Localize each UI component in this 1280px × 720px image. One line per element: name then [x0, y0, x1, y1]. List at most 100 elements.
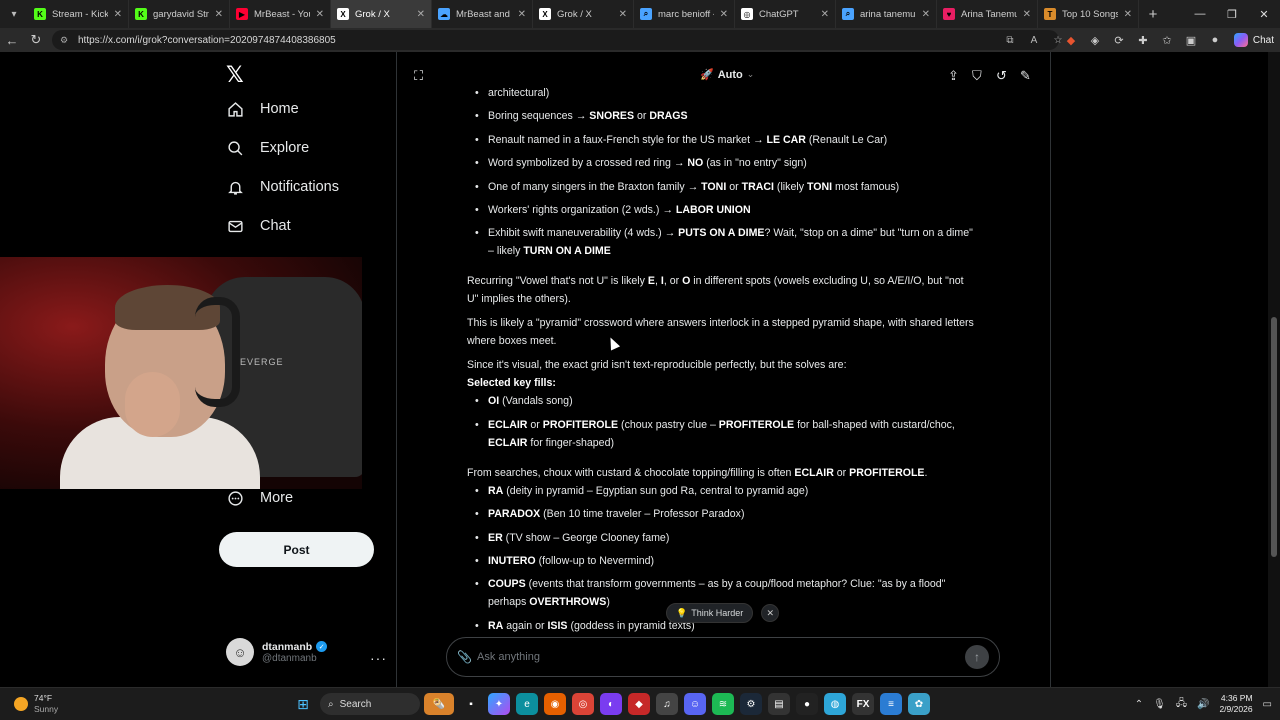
close-window-icon[interactable]: ✕ — [1248, 0, 1280, 28]
url-field[interactable]: ⚙ https://x.com/i/grok?conversation=2020… — [52, 30, 1059, 50]
tab-close-icon[interactable]: ✕ — [1023, 9, 1031, 20]
edge-icon[interactable]: e — [516, 693, 538, 715]
itunes-icon[interactable]: ♫ — [656, 693, 678, 715]
task-view-icon[interactable]: ▪ — [460, 693, 482, 715]
app-icon[interactable]: ✿ — [908, 693, 930, 715]
scrollbar-thumb[interactable] — [1271, 317, 1277, 557]
tab-close-icon[interactable]: ✕ — [821, 9, 829, 20]
browser-tab[interactable]: ◎ ChatGPT ✕ — [735, 0, 836, 28]
firefox-icon[interactable]: ◉ — [544, 693, 566, 715]
tab-close-icon[interactable]: ✕ — [114, 9, 122, 20]
food-widget-icon[interactable]: 🌯 — [424, 693, 454, 715]
browser-tab[interactable]: ♥ Arina Tanemura | ✕ — [937, 0, 1038, 28]
app-icon[interactable]: ▤ — [768, 693, 790, 715]
tab-close-icon[interactable]: ✕ — [720, 9, 728, 20]
x-logo-icon[interactable]: 𝕏 — [226, 62, 244, 88]
chevron-down-icon: ⌄ — [746, 69, 755, 79]
list-item: Boring sequences → SNORES or DRAGS — [475, 107, 977, 125]
steam-icon[interactable]: ⚙ — [740, 693, 762, 715]
tab-close-icon[interactable]: ✕ — [316, 9, 324, 20]
refresh-extension-icon[interactable]: ⟳ — [1108, 30, 1130, 50]
taskbar-search[interactable]: ⌕ Search — [320, 693, 420, 715]
bookmark-icon[interactable]: ⛉ — [972, 68, 982, 84]
microphone-icon[interactable]: 🎙 — [1153, 699, 1166, 710]
tab-favicon-icon: X — [337, 8, 349, 20]
tab-close-icon[interactable]: ✕ — [922, 9, 930, 20]
spotify-icon[interactable]: ≋ — [712, 693, 734, 715]
read-aloud-icon[interactable]: A — [1024, 30, 1044, 50]
browser-tab[interactable]: T Top 10 Songs Of ✕ — [1038, 0, 1139, 28]
chrome-icon[interactable]: ◎ — [572, 693, 594, 715]
browser-tab[interactable]: Kgarydavid Stream ✕ — [129, 0, 230, 28]
app-icon[interactable]: ◆ — [628, 693, 650, 715]
url-actions: ⧉ A ☆ — [1000, 30, 1068, 50]
new-chat-icon[interactable]: ✎ — [1020, 68, 1031, 84]
tab-close-icon[interactable]: ✕ — [518, 9, 526, 20]
browser-tab[interactable]: ☁ MrBeast and Sale ✕ — [432, 0, 533, 28]
nav-item-notifications[interactable]: Notifications — [226, 178, 339, 196]
think-harder-bar: 💡 Think Harder ✕ — [666, 603, 780, 623]
tab-label: marc benioff - Se — [658, 8, 714, 20]
tab-search-icon[interactable]: ▾ — [0, 0, 28, 28]
tab-favicon-icon: ⌕ — [842, 8, 854, 20]
browser-tab[interactable]: K Stream - Kick Da ✕ — [28, 0, 129, 28]
extension-icon[interactable]: ◆ — [1060, 30, 1082, 50]
app-icon[interactable]: ◍ — [824, 693, 846, 715]
send-arrow-icon[interactable]: ↑ — [965, 645, 989, 669]
back-icon[interactable]: ← — [0, 28, 24, 52]
account-switcher[interactable]: ☺ dtanmanb ✓ @dtanmanb — [226, 638, 328, 666]
collections-icon[interactable]: ▣ — [1180, 30, 1202, 50]
minimize-icon[interactable]: — — [1184, 0, 1216, 28]
nav-item-explore[interactable]: Explore — [226, 139, 309, 157]
share-icon[interactable]: ⇪ — [948, 68, 959, 84]
discord-icon[interactable]: ☺ — [684, 693, 706, 715]
browser-tab[interactable]: ▶ MrBeast - YouTub ✕ — [230, 0, 331, 28]
fx-icon[interactable]: FX — [852, 693, 874, 715]
nav-item-home[interactable]: Home — [226, 100, 299, 118]
browser-tab[interactable]: ⌕ arina tanemura n ✕ — [836, 0, 937, 28]
browser-tab[interactable]: X Grok / X ✕ — [533, 0, 634, 28]
app-icon[interactable]: ◐ — [600, 693, 622, 715]
reload-icon[interactable]: ↻ — [24, 28, 48, 52]
notepad-icon[interactable]: ≡ — [880, 693, 902, 715]
account-menu-icon[interactable]: ··· — [370, 650, 387, 666]
obs-icon[interactable]: ● — [796, 693, 818, 715]
restore-icon[interactable]: ❐ — [1216, 0, 1248, 28]
site-info-icon[interactable]: ⚙ — [60, 35, 72, 46]
weather-widget[interactable]: 74°F Sunny — [14, 693, 58, 715]
post-button[interactable]: Post — [219, 532, 374, 567]
browser-tab[interactable]: X Grok / X ✕ — [331, 0, 432, 28]
tab-close-icon[interactable]: ✕ — [619, 9, 627, 20]
nav-item-more[interactable]: More — [226, 489, 293, 507]
favorites-icon[interactable]: ✩ — [1156, 30, 1178, 50]
notifications-icon[interactable]: ▭ — [1263, 699, 1272, 710]
profile-avatar-icon[interactable]: ● — [1204, 30, 1226, 50]
tab-list: K Stream - Kick Da ✕ Kgarydavid Stream ✕ ▶ MrB… — [28, 0, 1139, 28]
extension-icon[interactable]: ◈ — [1084, 30, 1106, 50]
mode-selector[interactable]: 🚀 Auto ⌄ — [700, 68, 755, 82]
new-tab-button[interactable]: + — [1139, 6, 1167, 23]
dismiss-think-harder-icon[interactable]: ✕ — [761, 604, 780, 622]
app-install-icon[interactable]: ⧉ — [1000, 30, 1020, 50]
tray-overflow-icon[interactable]: ⌃ — [1135, 699, 1143, 710]
clock[interactable]: 4:36 PM 2/9/2026 — [1219, 693, 1252, 715]
copilot-chat-button[interactable]: Chat — [1233, 30, 1274, 50]
network-icon[interactable]: 🖧 — [1176, 696, 1187, 713]
page-scrollbar[interactable] — [1268, 52, 1280, 687]
tab-close-icon[interactable]: ✕ — [1124, 9, 1132, 20]
nav-item-chat[interactable]: Chat — [226, 217, 291, 235]
expand-icon[interactable]: ⛶ — [414, 68, 423, 84]
browser-tab[interactable]: ⌕ marc benioff - Se ✕ — [634, 0, 735, 28]
list-item: OI (Vandals song) — [475, 392, 977, 410]
tab-close-icon[interactable]: ✕ — [215, 9, 223, 20]
tab-close-icon[interactable]: ✕ — [417, 9, 425, 20]
copilot-taskbar-icon[interactable]: ✦ — [488, 693, 510, 715]
attach-paperclip-icon[interactable]: 📎 — [457, 650, 477, 664]
think-harder-button[interactable]: 💡 Think Harder — [666, 603, 754, 623]
puzzle-icon[interactable]: ✚ — [1132, 30, 1154, 50]
history-icon[interactable]: ↺ — [996, 68, 1007, 84]
ask-input[interactable] — [477, 651, 965, 663]
streamer-hand — [125, 372, 180, 437]
volume-icon[interactable]: 🔊 — [1197, 699, 1209, 710]
windows-start-icon[interactable]: ⊞ — [292, 693, 314, 715]
